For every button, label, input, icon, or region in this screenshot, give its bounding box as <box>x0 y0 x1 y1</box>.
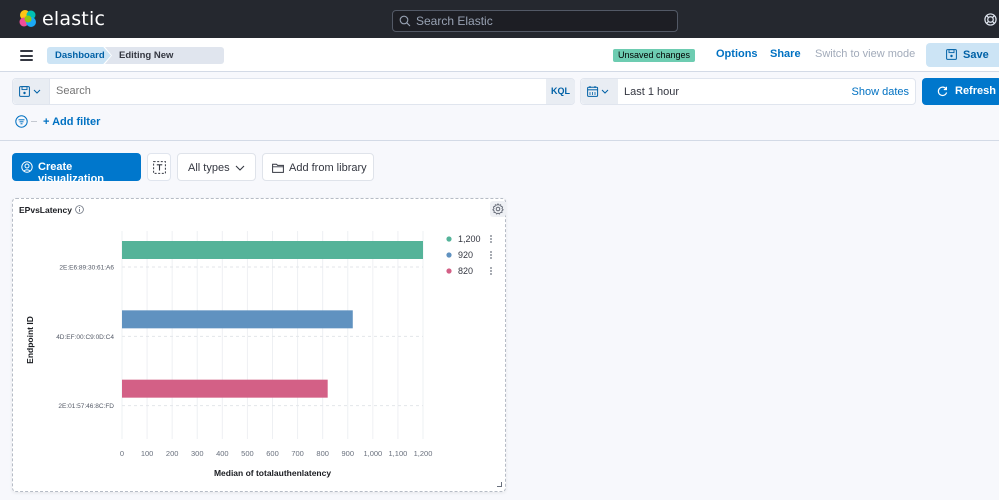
y-category-label: 2E:01:57:46:8C:FD <box>58 403 114 410</box>
save-button[interactable]: Save <box>926 43 999 67</box>
show-dates-link[interactable]: Show dates <box>852 86 909 98</box>
save-label: Save <box>963 49 989 61</box>
save-icon <box>946 49 957 60</box>
breadcrumb-editing: Editing New Dashboard <box>105 47 224 64</box>
legend-item-menu-icon[interactable] <box>490 267 492 275</box>
breadcrumb-dashboard[interactable]: Dashboard <box>47 47 111 64</box>
date-picker: Last 1 hour Show dates <box>580 78 916 105</box>
bar-3[interactable] <box>122 379 328 398</box>
x-tick-label: 200 <box>166 449 179 458</box>
query-box: KQL <box>12 78 575 105</box>
all-types-dropdown[interactable]: All types <box>177 153 256 181</box>
bar-1[interactable] <box>122 241 423 259</box>
add-filter-link[interactable]: + Add filter <box>43 116 100 128</box>
x-tick-label: 1,100 <box>389 449 408 458</box>
visualization-panel: EPvsLatency 2E:E6:89:30:61:A6 4D:EF:00:C9… <box>12 198 506 492</box>
global-search-placeholder: Search Elastic <box>416 14 493 28</box>
search-icon <box>399 15 411 27</box>
x-axis-title: Median of totalauthenlatency <box>214 468 331 478</box>
unsaved-changes-badge: Unsaved changes <box>613 49 696 62</box>
grid-lines <box>121 231 424 439</box>
x-tick-label: 600 <box>266 449 279 458</box>
app-bar: Dashboard Editing New Dashboard Unsaved … <box>0 38 999 72</box>
legend-label[interactable]: 820 <box>458 266 473 276</box>
quick-date-menu-button[interactable] <box>581 79 618 104</box>
x-tick-label: 100 <box>141 449 154 458</box>
x-tick-label: 800 <box>316 449 329 458</box>
x-tick-label: 1,200 <box>414 449 433 458</box>
top-header: elastic Search Elastic <box>0 0 999 38</box>
x-tick-label: 500 <box>241 449 254 458</box>
legend: 1,200 920 820 <box>446 234 492 276</box>
elastic-logo-icon[interactable] <box>18 9 38 29</box>
legend-swatch <box>446 268 452 274</box>
filter-options-icon[interactable] <box>15 115 28 128</box>
folder-icon <box>272 163 284 173</box>
chevron-down-icon <box>235 165 245 171</box>
visualize-icon <box>21 161 33 173</box>
add-from-library-label: Add from library <box>289 162 367 174</box>
x-tick-label: 400 <box>216 449 229 458</box>
refresh-button[interactable]: Refresh <box>922 78 999 105</box>
query-bar: KQL Last 1 hour Show dates Refresh + Add… <box>0 72 999 141</box>
y-axis-labels: 2E:E6:89:30:61:A6 4D:EF:00:C9:0D:C4 2E:01:… <box>56 265 114 411</box>
share-link[interactable]: Share <box>770 48 801 60</box>
y-axis-title: Endpoint ID <box>25 316 35 364</box>
global-search-input[interactable]: Search Elastic <box>392 10 678 32</box>
add-from-library-button[interactable]: Add from library <box>262 153 374 181</box>
x-tick-label: 0 <box>120 449 124 458</box>
legend-swatch <box>446 252 452 258</box>
x-axis-ticks: 0 100 200 300 400 500 600 700 800 900 1,000 1,100 1,… <box>120 449 432 458</box>
query-search-input[interactable] <box>56 85 456 97</box>
calendar-icon <box>587 86 609 97</box>
x-tick-label: 900 <box>341 449 354 458</box>
filter-divider <box>31 121 37 122</box>
add-text-panel-button[interactable] <box>147 153 171 181</box>
saved-query-menu-button[interactable] <box>13 79 50 104</box>
x-tick-label: 700 <box>291 449 304 458</box>
refresh-label: Refresh <box>955 85 996 97</box>
menu-icon[interactable] <box>20 50 33 61</box>
legend-swatch <box>446 236 452 242</box>
panel-resize-handle[interactable] <box>497 482 502 487</box>
all-types-label: All types <box>188 162 230 174</box>
text-icon <box>153 161 166 174</box>
switch-to-view-mode-link[interactable]: Switch to view mode <box>815 48 915 60</box>
kql-language-button[interactable]: KQL <box>546 79 575 104</box>
brand-name: elastic <box>42 8 106 30</box>
y-category-label: 2E:E6:89:30:61:A6 <box>59 265 114 272</box>
legend-item-menu-icon[interactable] <box>490 235 492 243</box>
refresh-icon <box>937 86 948 97</box>
x-tick-label: 300 <box>191 449 204 458</box>
options-link[interactable]: Options <box>716 48 758 60</box>
time-range-label[interactable]: Last 1 hour <box>624 86 679 98</box>
create-visualization-button[interactable]: Create visualization <box>12 153 141 185</box>
x-tick-label: 1,000 <box>363 449 382 458</box>
bar-2[interactable] <box>122 310 353 329</box>
legend-item-menu-icon[interactable] <box>490 251 492 259</box>
y-category-label: 4D:EF:00:C9:0D:C4 <box>56 334 114 341</box>
help-icon[interactable] <box>984 13 997 26</box>
bar-chart: 2E:E6:89:30:61:A6 4D:EF:00:C9:0D:C4 2E:01:… <box>25 231 492 478</box>
legend-label[interactable]: 1,200 <box>458 234 481 244</box>
saved-query-icon <box>19 86 41 97</box>
legend-label[interactable]: 920 <box>458 250 473 260</box>
create-visualization-label: Create visualization <box>38 161 105 185</box>
